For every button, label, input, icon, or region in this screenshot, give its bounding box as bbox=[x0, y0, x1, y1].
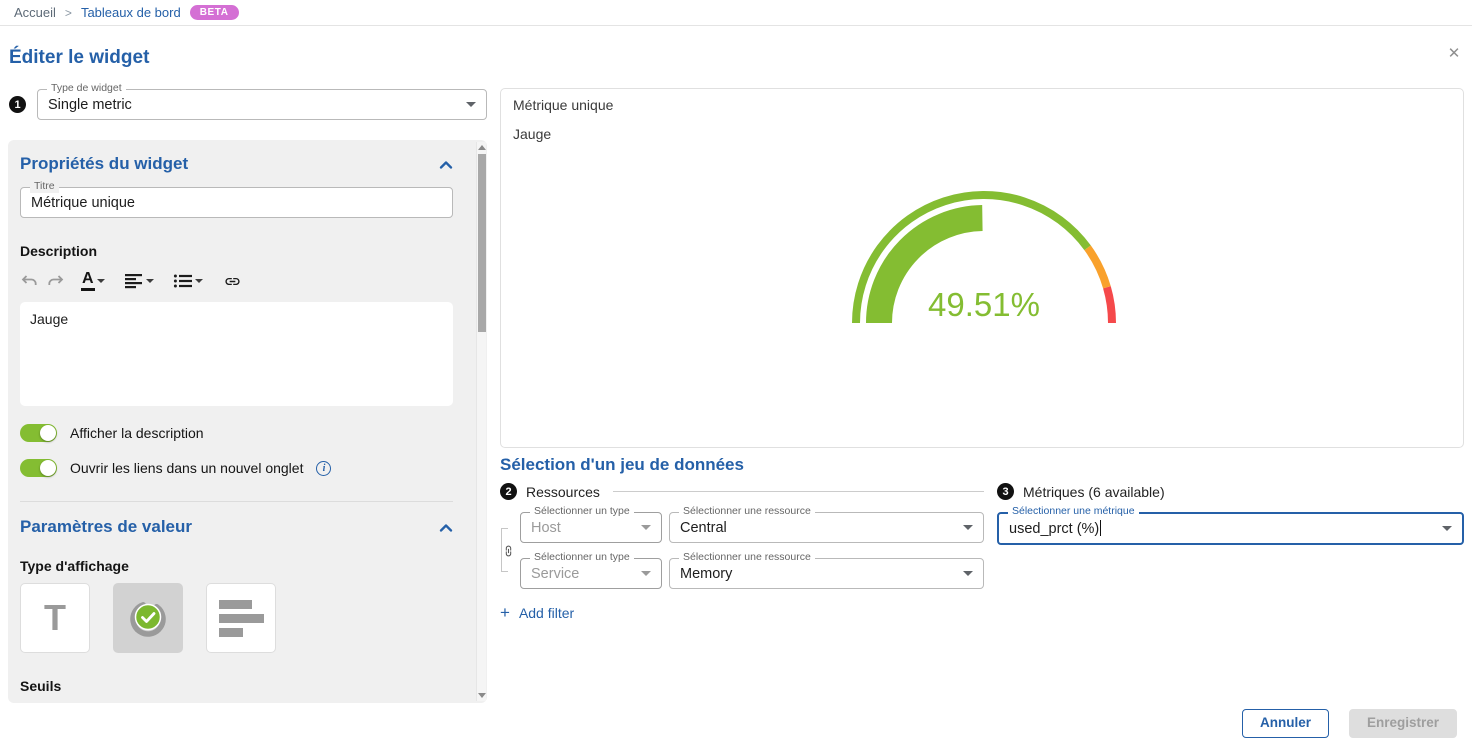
align-icon[interactable] bbox=[124, 273, 154, 289]
undo-icon[interactable] bbox=[20, 272, 39, 290]
title-field-label: Titre bbox=[30, 181, 59, 193]
open-links-toggle-label: Ouvrir les liens dans un nouvel onglet bbox=[70, 460, 303, 476]
chevron-down-icon bbox=[146, 279, 154, 283]
metric-input-value: used_prct (%) bbox=[1009, 521, 1099, 537]
save-button[interactable]: Enregistrer bbox=[1349, 709, 1457, 738]
description-label: Description bbox=[20, 243, 453, 259]
show-description-toggle-label: Afficher la description bbox=[70, 425, 204, 441]
gauge-display-icon bbox=[126, 596, 170, 640]
text-cursor bbox=[1100, 520, 1101, 536]
widget-type-row: 1 Type de widget Single metric bbox=[9, 89, 487, 120]
widget-type-select[interactable]: Type de widget Single metric bbox=[37, 89, 487, 120]
chevron-down-icon bbox=[195, 279, 203, 283]
gauge-value: 49.51% bbox=[928, 286, 1040, 323]
open-links-toggle[interactable] bbox=[20, 459, 57, 477]
metrics-label: Métriques (6 available) bbox=[1023, 484, 1165, 500]
preview-description: Jauge bbox=[513, 126, 1451, 142]
metrics-column: 3 Métriques (6 available) Sélectionner u… bbox=[997, 483, 1464, 621]
chevron-down-icon bbox=[641, 525, 651, 530]
list-icon[interactable] bbox=[173, 273, 203, 289]
display-type-options: T bbox=[20, 583, 453, 653]
breadcrumb-current-link[interactable]: Tableaux de bord bbox=[81, 5, 181, 20]
breadcrumb-separator: > bbox=[65, 6, 72, 20]
divider bbox=[613, 491, 984, 492]
step-3-badge: 3 bbox=[997, 483, 1014, 500]
resources-column: 2 Ressources Sélectionner un type Host S bbox=[500, 483, 984, 621]
link-icon[interactable] bbox=[222, 273, 243, 290]
widget-type-label: Type de widget bbox=[47, 83, 126, 95]
divider bbox=[20, 501, 453, 502]
display-type-label: Type d'affichage bbox=[20, 558, 453, 574]
resources-label: Ressources bbox=[526, 484, 600, 500]
thresholds-label: Seuils bbox=[20, 678, 453, 694]
chain-link-icon bbox=[502, 542, 515, 559]
info-icon[interactable]: i bbox=[316, 461, 331, 476]
redo-icon[interactable] bbox=[46, 272, 65, 290]
resource-type-select[interactable]: Sélectionner un type Host bbox=[520, 512, 662, 543]
page-title: Éditer le widget bbox=[9, 47, 149, 69]
beta-badge: BETA bbox=[190, 5, 239, 20]
resource-select[interactable]: Sélectionner une ressource Memory bbox=[669, 558, 984, 589]
dataset-section: Sélection d'un jeu de données 2 Ressourc… bbox=[500, 455, 1464, 621]
chevron-down-icon bbox=[466, 102, 476, 107]
gauge-chart: 49.51% bbox=[844, 183, 1124, 333]
properties-section-title: Propriétés du widget bbox=[20, 154, 188, 174]
cancel-button[interactable]: Annuler bbox=[1242, 709, 1329, 738]
dialog-footer: Annuler Enregistrer bbox=[1242, 709, 1457, 738]
chevron-down-icon bbox=[963, 571, 973, 576]
step-1-badge: 1 bbox=[9, 96, 26, 113]
scrollbar[interactable] bbox=[476, 142, 486, 701]
preview-title: Métrique unique bbox=[513, 97, 1451, 113]
value-settings-section-title: Paramètres de valeur bbox=[20, 517, 192, 537]
collapse-chevron-icon[interactable] bbox=[439, 160, 453, 169]
display-option-text[interactable]: T bbox=[20, 583, 90, 653]
metric-select-input[interactable]: Sélectionner une métrique used_prct (%) bbox=[997, 512, 1464, 545]
resource-type-select[interactable]: Sélectionner un type Service bbox=[520, 558, 662, 589]
collapse-chevron-icon[interactable] bbox=[439, 523, 453, 532]
scroll-down-icon[interactable] bbox=[478, 693, 486, 698]
close-icon[interactable]: ✕ bbox=[1443, 42, 1465, 64]
widget-preview: Métrique unique Jauge 49.51% bbox=[500, 88, 1464, 448]
richtext-toolbar: A bbox=[20, 270, 453, 292]
scrollbar-thumb[interactable] bbox=[478, 154, 486, 332]
display-option-bar[interactable] bbox=[206, 583, 276, 653]
widget-properties-panel: Propriétés du widget Titre Métrique uniq… bbox=[8, 140, 487, 703]
show-description-toggle[interactable] bbox=[20, 424, 57, 442]
resource-row: Sélectionner un type Service Sélectionne… bbox=[520, 558, 984, 589]
breadcrumb-home-link[interactable]: Accueil bbox=[14, 5, 56, 20]
chevron-down-icon bbox=[963, 525, 973, 530]
display-option-gauge[interactable] bbox=[113, 583, 183, 653]
step-2-badge: 2 bbox=[500, 483, 517, 500]
chevron-down-icon bbox=[97, 279, 105, 283]
title-field-value: Métrique unique bbox=[31, 195, 442, 211]
plus-icon: + bbox=[500, 604, 510, 621]
resource-row: Sélectionner un type Host Sélectionner u… bbox=[520, 512, 984, 543]
title-field[interactable]: Titre Métrique unique bbox=[20, 187, 453, 218]
bar-display-icon bbox=[219, 595, 264, 642]
add-filter-button[interactable]: + Add filter bbox=[500, 604, 984, 621]
dataset-title: Sélection d'un jeu de données bbox=[500, 455, 1464, 475]
widget-type-value: Single metric bbox=[48, 97, 458, 113]
chevron-down-icon bbox=[1442, 526, 1452, 531]
text-display-icon: T bbox=[44, 600, 66, 636]
description-textarea[interactable]: Jauge bbox=[20, 302, 453, 406]
scroll-up-icon[interactable] bbox=[478, 145, 486, 150]
text-color-icon[interactable]: A bbox=[81, 271, 105, 291]
resource-select[interactable]: Sélectionner une ressource Central bbox=[669, 512, 984, 543]
breadcrumb: Accueil > Tableaux de bord BETA bbox=[0, 0, 1472, 26]
chevron-down-icon bbox=[641, 571, 651, 576]
